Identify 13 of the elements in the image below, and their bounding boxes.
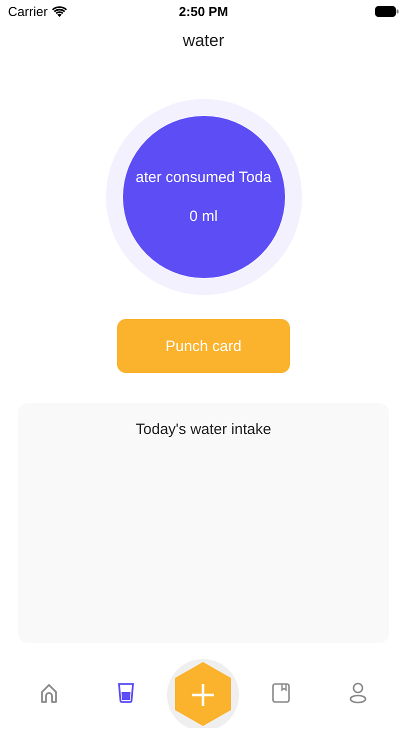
user-icon[interactable] [349,682,368,704]
card-title: Today's water intake [136,421,272,438]
battery-icon [374,6,399,16]
page-title: water [182,31,224,51]
add-button[interactable] [166,658,240,728]
cup-icon[interactable] [118,683,134,703]
status-time: 2:50 PM [178,4,228,18]
wifi-icon [52,6,67,16]
punch-card-button[interactable]: Punch card [117,319,290,373]
carrier-label: Carrier [8,4,48,18]
book-icon[interactable] [272,683,290,703]
gauge-amount: 0 ml [189,208,218,225]
gauge-label: ater consumed Toda [136,169,272,186]
